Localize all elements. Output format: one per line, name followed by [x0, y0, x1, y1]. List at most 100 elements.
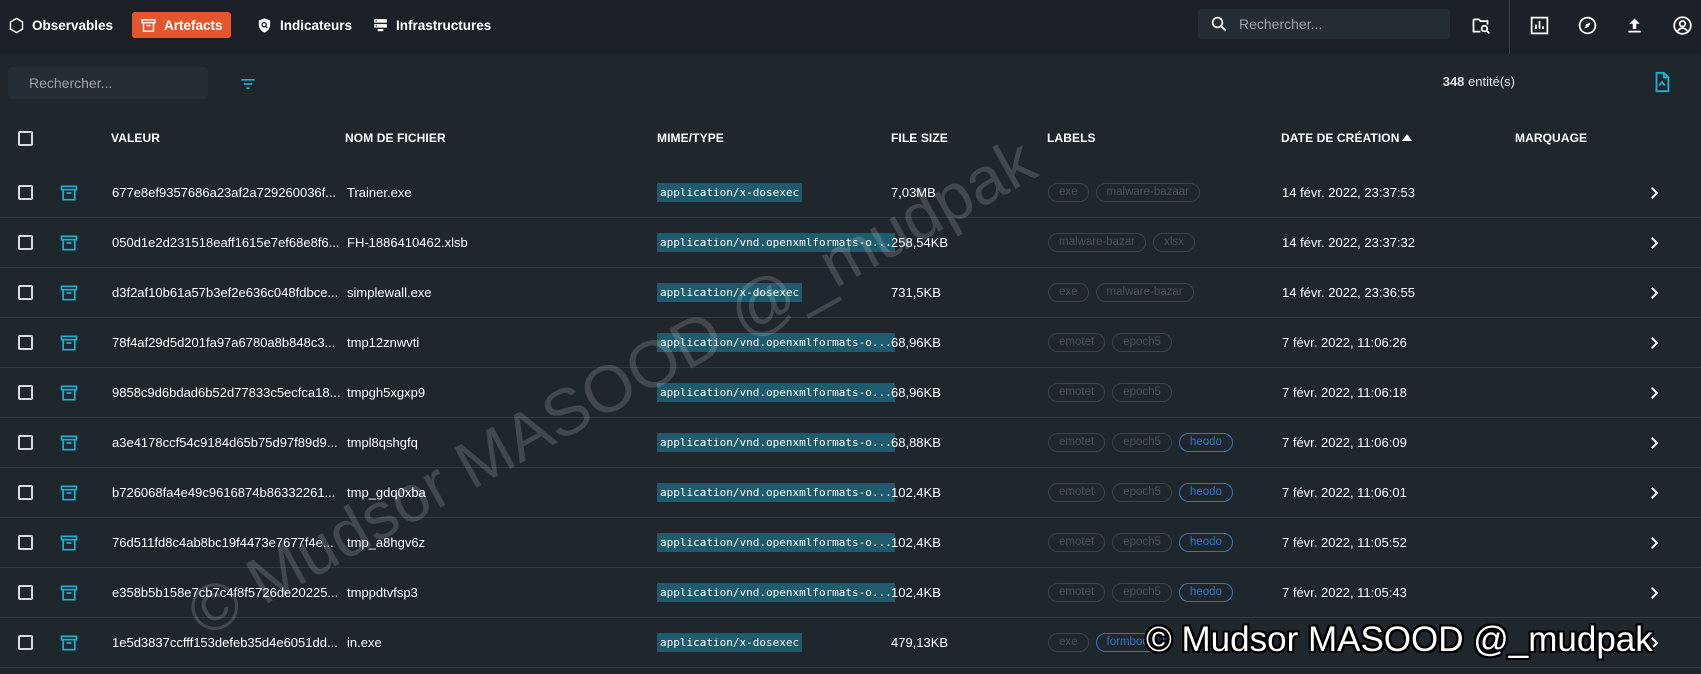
row-checkbox[interactable]	[18, 535, 33, 550]
cell-value: 677e8ef9357686a23af2a729260036f...	[112, 185, 337, 200]
cell-file-size: 68,96KB	[891, 385, 941, 400]
label-chip[interactable]: exe	[1048, 183, 1089, 202]
cell-filename: tmp_a8hgv6z	[347, 535, 426, 550]
label-chip[interactable]: epoch5	[1112, 333, 1172, 352]
list-search[interactable]	[8, 67, 211, 99]
cell-value: 050d1e2d231518eaff1615e7ef68e8f6...	[112, 235, 340, 250]
table-row[interactable]: 677e8ef9357686a23af2a729260036f... Train…	[0, 168, 1701, 218]
row-checkbox[interactable]	[18, 235, 33, 250]
label-chip[interactable]: epoch5	[1112, 433, 1172, 452]
chevron-right-icon[interactable]	[1645, 434, 1663, 452]
explore-button[interactable]	[1575, 13, 1599, 37]
chevron-right-icon[interactable]	[1645, 484, 1663, 502]
chevron-right-icon[interactable]	[1645, 284, 1663, 302]
label-chip[interactable]: epoch5	[1112, 533, 1172, 552]
cell-value: 9858c9d6bdad6b52d77833c5ecfca18...	[112, 385, 341, 400]
chevron-right-icon[interactable]	[1645, 534, 1663, 552]
dashboard-button[interactable]	[1527, 13, 1551, 37]
column-header-file-size[interactable]: File size	[891, 131, 948, 145]
row-checkbox[interactable]	[18, 335, 33, 350]
column-header-valeur[interactable]: Valeur	[111, 131, 160, 145]
table-row[interactable]: 9858c9d6bdad6b52d77833c5ecfca18... tmpgh…	[0, 368, 1701, 418]
list-search-input[interactable]	[27, 74, 211, 92]
label-chip[interactable]: exe	[1048, 283, 1089, 302]
table-row[interactable]: 78f4af29d5d201fa97a6780a8b848c3... tmp12…	[0, 318, 1701, 368]
row-checkbox[interactable]	[18, 635, 33, 650]
global-search-input[interactable]	[1237, 15, 1421, 33]
cell-filename: Trainer.exe	[347, 185, 412, 200]
label-chip[interactable]: heodo	[1178, 433, 1233, 452]
column-header-mime-type[interactable]: Mime/Type	[657, 131, 724, 145]
filter-icon[interactable]	[237, 74, 259, 94]
label-chip[interactable]: emotet	[1048, 383, 1106, 402]
table-row[interactable]: e358b5b158e7cb7c4f8f5726de20225... tmppd…	[0, 568, 1701, 618]
cell-mime: application/vnd.openxmlformats-o...	[657, 233, 895, 255]
table-row[interactable]: 050d1e2d231518eaff1615e7ef68e8f6... FH-1…	[0, 218, 1701, 268]
table-row[interactable]: 76d511fd8c4ab8bc19f4473e7677f4e... tmp_a…	[0, 518, 1701, 568]
label-chip[interactable]: heodo	[1178, 483, 1233, 502]
cell-mime: application/vnd.openxmlformats-o...	[657, 533, 895, 555]
label-chip[interactable]: epoch5	[1112, 383, 1172, 402]
label-chip[interactable]: malware-bazar	[1095, 283, 1194, 302]
cell-file-size: 102,4KB	[891, 535, 941, 550]
cell-mime: application/x-dosexec	[657, 183, 803, 205]
column-header-labels[interactable]: Labels	[1047, 131, 1096, 145]
chevron-right-icon[interactable]	[1645, 334, 1663, 352]
table-row[interactable]: a3e4178ccf54c9184d65b75d97f89d9... tmpl8…	[0, 418, 1701, 468]
chevron-right-icon[interactable]	[1645, 384, 1663, 402]
label-chip[interactable]: malware-bazar	[1048, 233, 1147, 252]
cell-filename: tmp12znwvti	[347, 335, 420, 350]
mime-tag: application/vnd.openxmlformats-o...	[657, 383, 895, 402]
cell-mime: application/x-dosexec	[657, 633, 803, 655]
label-chip[interactable]: emotet	[1048, 533, 1106, 552]
account-button[interactable]	[1670, 13, 1694, 37]
label-chip[interactable]: emotet	[1048, 483, 1106, 502]
column-header-marquage[interactable]: Marquage	[1515, 131, 1587, 145]
column-header-nom-de-fichier[interactable]: Nom de fichier	[345, 131, 446, 145]
cell-filename: tmp_gdq0xba	[347, 485, 426, 500]
shield-search-icon	[258, 17, 271, 33]
upload-icon	[1627, 18, 1641, 32]
row-checkbox[interactable]	[18, 585, 33, 600]
sort-ascending-icon[interactable]	[1401, 133, 1413, 143]
cell-filename: tmppdtvfsp3	[347, 585, 418, 600]
image-search-icon	[1472, 18, 1490, 34]
chevron-right-icon[interactable]	[1645, 234, 1663, 252]
label-chip[interactable]: xlsx	[1153, 233, 1195, 252]
table-row[interactable]: b726068fa4e49c9616874b86332261... tmp_gd…	[0, 468, 1701, 518]
label-chip[interactable]: malware-bazaar	[1095, 183, 1200, 202]
column-header-date-de-creation[interactable]: Date de création	[1281, 131, 1400, 145]
nav-infrastructures[interactable]: Infrastructures	[364, 12, 499, 38]
label-chip[interactable]: emotet	[1048, 333, 1106, 352]
mime-tag: application/x-dosexec	[657, 283, 803, 302]
archive-icon	[60, 485, 78, 501]
label-chip[interactable]: exe	[1048, 633, 1089, 652]
top-navigation-bar: Observables Artefacts Indicateurs Infras…	[0, 0, 1701, 54]
search-files-button[interactable]	[1468, 13, 1492, 37]
label-chip[interactable]: emotet	[1048, 433, 1106, 452]
row-checkbox[interactable]	[18, 385, 33, 400]
nav-observables[interactable]: Observables	[0, 12, 121, 38]
chevron-right-icon[interactable]	[1645, 584, 1663, 602]
export-file-icon[interactable]	[1651, 71, 1673, 93]
row-checkbox[interactable]	[18, 435, 33, 450]
global-search[interactable]	[1198, 9, 1450, 39]
nav-observables-label: Observables	[32, 17, 114, 33]
table-row[interactable]: d3f2af10b61a57b3ef2e636c048fdbce... simp…	[0, 268, 1701, 318]
mime-tag: application/vnd.openxmlformats-o...	[657, 533, 895, 552]
label-chip[interactable]: epoch5	[1112, 483, 1172, 502]
select-all-checkbox[interactable]	[18, 131, 33, 146]
row-checkbox[interactable]	[18, 185, 33, 200]
row-checkbox[interactable]	[18, 485, 33, 500]
label-chip[interactable]: heodo	[1178, 583, 1233, 602]
row-checkbox[interactable]	[18, 285, 33, 300]
chevron-right-icon[interactable]	[1645, 184, 1663, 202]
upload-button[interactable]	[1622, 13, 1646, 37]
nav-artefacts[interactable]: Artefacts	[132, 12, 231, 38]
cell-creation-date: 7 févr. 2022, 11:05:52	[1282, 535, 1407, 550]
label-chip[interactable]: epoch5	[1112, 583, 1172, 602]
label-chip[interactable]: emotet	[1048, 583, 1106, 602]
label-chip[interactable]: heodo	[1178, 533, 1233, 552]
nav-indicateurs[interactable]: Indicateurs	[248, 12, 360, 38]
corner-watermark: © Mudsor MASOOD @_mudpak	[1146, 620, 1653, 659]
